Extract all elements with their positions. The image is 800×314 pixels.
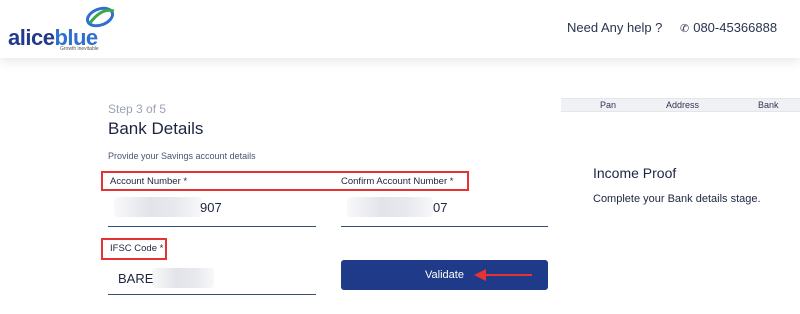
confirm-account-number-value: 07 [433,200,448,215]
ifsc-label: IFSC Code * [110,243,164,254]
phone-link[interactable]: ✆ 080-45366888 [680,20,777,35]
redacted-overlay [114,197,202,217]
account-number-label: Account Number * [110,176,188,187]
step-indicator: Step 3 of 5 [108,102,167,116]
tab-bank: Bank [758,100,779,110]
redacted-overlay [152,268,214,288]
account-number-field[interactable]: 907 [108,191,316,227]
ifsc-field[interactable]: BARE [108,259,316,295]
annotation-arrow-icon [474,269,532,281]
account-number-value: 907 [200,200,222,215]
tab-address: Address [666,100,700,110]
phone-number: 080-45366888 [693,20,778,35]
aliceblue-logo[interactable]: aliceblue Growth inevitable [8,5,118,53]
side-panel-description: Complete your Bank details stage. [593,193,761,205]
help-text: Need Any help ? [567,20,663,35]
side-panel-title: Income Proof [593,165,677,181]
ifsc-value: BARE [118,271,154,286]
confirm-account-number-label: Confirm Account Number * [341,176,454,187]
redacted-overlay [347,197,433,217]
progress-tabs: Pan Address Bank [561,98,800,112]
logo-tagline: Growth inevitable [60,46,99,52]
top-header: aliceblue Growth inevitable Need Any hel… [0,0,800,58]
logo-wordmark-alice: alice [8,25,55,50]
confirm-account-number-field[interactable]: 07 [341,191,548,227]
page-title: Bank Details [108,119,204,138]
tab-pan: Pan [600,100,617,110]
phone-icon: ✆ [680,23,690,35]
page-subtitle: Provide your Savings account details [108,151,256,161]
